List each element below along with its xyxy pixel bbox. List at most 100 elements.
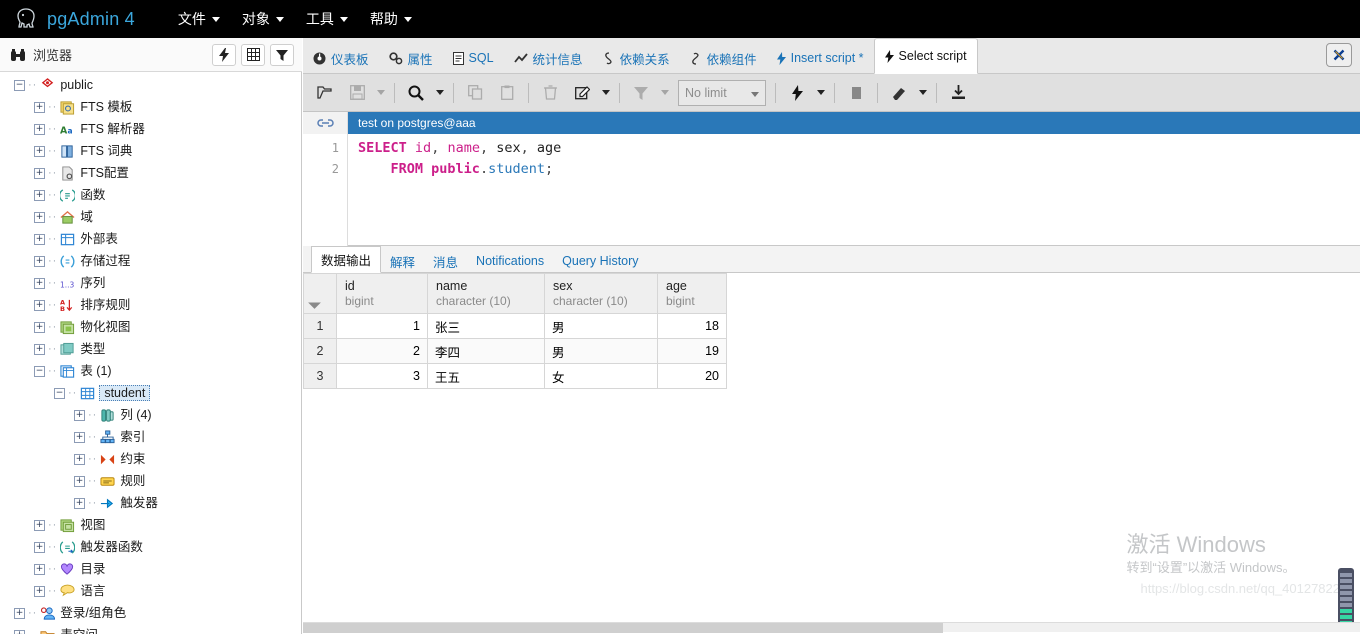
column-header-name[interactable]: name character (10): [427, 273, 545, 314]
tab-explain[interactable]: 解释: [381, 250, 424, 272]
cell-sex[interactable]: 男: [544, 313, 658, 339]
table-row[interactable]: 1 1 张三男 18: [303, 313, 727, 339]
menu-object[interactable]: 对象: [233, 4, 293, 34]
tree-node-domain[interactable]: + ·· 域: [0, 206, 301, 228]
tree-node-fts-dictionary[interactable]: + ·· FTS 词典: [0, 140, 301, 162]
table-row[interactable]: 3 3 王五女 20: [303, 363, 727, 389]
cell-sex[interactable]: 女: [544, 363, 658, 389]
table-row[interactable]: 2 2 李四男 19: [303, 338, 727, 364]
cell-sex[interactable]: 男: [544, 338, 658, 364]
expand-icon[interactable]: +: [34, 233, 45, 245]
quick-action-icon[interactable]: [212, 43, 236, 66]
filter-dropdown[interactable]: [657, 79, 673, 107]
expand-icon[interactable]: +: [34, 145, 45, 157]
hscrollbar-thumb[interactable]: [303, 623, 943, 633]
expand-icon[interactable]: +: [14, 607, 25, 619]
tree-node-materialized-view[interactable]: + ·· 物化视图: [0, 316, 301, 338]
menu-help[interactable]: 帮助: [361, 4, 421, 34]
cell-name[interactable]: 王五: [427, 363, 545, 389]
cell-age[interactable]: 20: [657, 363, 727, 389]
results-grid-body[interactable]: 1 1 张三男 18 2 2 李四男 19 3 3 王五女 20: [303, 313, 727, 389]
copy-button[interactable]: [459, 79, 491, 107]
tree-node-trigger[interactable]: + ·· 触发器: [0, 492, 301, 514]
sql-code[interactable]: SELECT id, name, sex, age FROM public.st…: [348, 134, 1360, 246]
tab-query-history[interactable]: Query History: [553, 250, 647, 272]
tree-node-trigger-function[interactable]: + ·· 触发器函数: [0, 536, 301, 558]
expand-icon[interactable]: +: [34, 189, 45, 201]
tab-messages[interactable]: 消息: [424, 250, 467, 272]
tab-sql[interactable]: SQL: [443, 43, 504, 73]
column-header-age[interactable]: age bigint: [657, 273, 727, 314]
expand-icon[interactable]: +: [74, 409, 85, 421]
tree-node-fts-parser[interactable]: + ·· Aa FTS 解析器: [0, 118, 301, 140]
save-file-dropdown[interactable]: [373, 79, 389, 107]
clear-dropdown[interactable]: [915, 79, 931, 107]
expand-icon[interactable]: +: [34, 563, 45, 575]
find-button[interactable]: [400, 79, 432, 107]
cell-id[interactable]: 1: [336, 313, 428, 339]
tree-node-tables[interactable]: − ·· 表 (1): [0, 360, 301, 382]
execute-dropdown[interactable]: [813, 79, 829, 107]
tree-node-rule[interactable]: + ·· 规则: [0, 470, 301, 492]
expand-icon[interactable]: +: [14, 629, 25, 634]
row-number-cell[interactable]: 1: [303, 313, 337, 339]
tree-node-columns[interactable]: + ·· 列 (4): [0, 404, 301, 426]
expand-icon[interactable]: +: [74, 475, 85, 487]
clear-button[interactable]: [883, 79, 915, 107]
tab-data-output[interactable]: 数据输出: [311, 246, 382, 273]
tab-dependencies[interactable]: 依赖关系: [593, 43, 680, 73]
sql-editor[interactable]: test on postgres@aaa 1 2 SELECT id, name…: [303, 112, 1360, 246]
tree-node-foreign-table[interactable]: + ·· 外部表: [0, 228, 301, 250]
row-limit-select[interactable]: No limit: [678, 79, 766, 106]
tree-node-function[interactable]: + ·· 函数: [0, 184, 301, 206]
stop-button[interactable]: [840, 79, 872, 107]
expand-icon[interactable]: +: [34, 299, 45, 311]
expand-icon[interactable]: +: [34, 277, 45, 289]
open-file-button[interactable]: [309, 79, 341, 107]
save-file-button[interactable]: [341, 79, 373, 107]
cell-name[interactable]: 张三: [427, 313, 545, 339]
filter-button[interactable]: [625, 79, 657, 107]
expand-icon[interactable]: +: [34, 123, 45, 135]
cell-name[interactable]: 李四: [427, 338, 545, 364]
tree-node-constraint[interactable]: + ·· 约束: [0, 448, 301, 470]
find-dropdown[interactable]: [432, 79, 448, 107]
tab-properties[interactable]: 属性: [379, 43, 443, 73]
expand-icon[interactable]: +: [74, 431, 85, 443]
object-tree[interactable]: − ·· public + ·· FTS 模板 + ·· Aa FTS 解析器 + ·· FTS 词典 +…: [0, 72, 301, 634]
tree-node-login-role[interactable]: + ·· 登录/组角色: [0, 602, 301, 624]
grid-corner-cell[interactable]: [303, 273, 337, 314]
cell-id[interactable]: 2: [336, 338, 428, 364]
tree-node-type[interactable]: + ·· 类型: [0, 338, 301, 360]
row-number-cell[interactable]: 3: [303, 363, 337, 389]
expand-icon[interactable]: +: [34, 541, 45, 553]
cell-age[interactable]: 19: [657, 338, 727, 364]
menu-tools[interactable]: 工具: [297, 4, 357, 34]
expand-icon[interactable]: +: [74, 497, 85, 509]
cell-id[interactable]: 3: [336, 363, 428, 389]
expand-icon[interactable]: +: [34, 343, 45, 355]
edit-dropdown[interactable]: [598, 79, 614, 107]
grid-icon[interactable]: [241, 43, 265, 66]
close-icon[interactable]: [1326, 43, 1352, 67]
download-button[interactable]: [942, 79, 974, 107]
results-grid[interactable]: id bigint name character (10) sex charac…: [303, 273, 727, 389]
code-area[interactable]: 1 2 SELECT id, name, sex, age FROM publi…: [303, 134, 1360, 246]
connection-bar[interactable]: test on postgres@aaa: [348, 112, 1360, 134]
expand-icon[interactable]: +: [34, 101, 45, 113]
tree-node-collation[interactable]: + ·· A B 排序规则: [0, 294, 301, 316]
tab-statistics[interactable]: 统计信息: [504, 43, 593, 73]
tab-insert-script[interactable]: Insert script *: [767, 43, 874, 73]
tree-node-table[interactable]: − ·· student: [0, 382, 301, 404]
tab-notifications[interactable]: Notifications: [467, 250, 553, 272]
tree-node-index[interactable]: + ·· 索引: [0, 426, 301, 448]
tree-node-sequence[interactable]: + ·· 1..3 序列: [0, 272, 301, 294]
browser-tree-panel[interactable]: − ·· public + ·· FTS 模板 + ·· Aa FTS 解析器 + ·· FTS 词典 +…: [0, 72, 302, 634]
expand-icon[interactable]: +: [34, 519, 45, 531]
tab-select-script[interactable]: Select script: [873, 38, 978, 74]
expand-icon[interactable]: +: [74, 453, 85, 465]
column-header-sex[interactable]: sex character (10): [544, 273, 658, 314]
tree-node-schema[interactable]: − ·· public: [0, 74, 301, 96]
paste-button[interactable]: [491, 79, 523, 107]
execute-button[interactable]: [781, 79, 813, 107]
